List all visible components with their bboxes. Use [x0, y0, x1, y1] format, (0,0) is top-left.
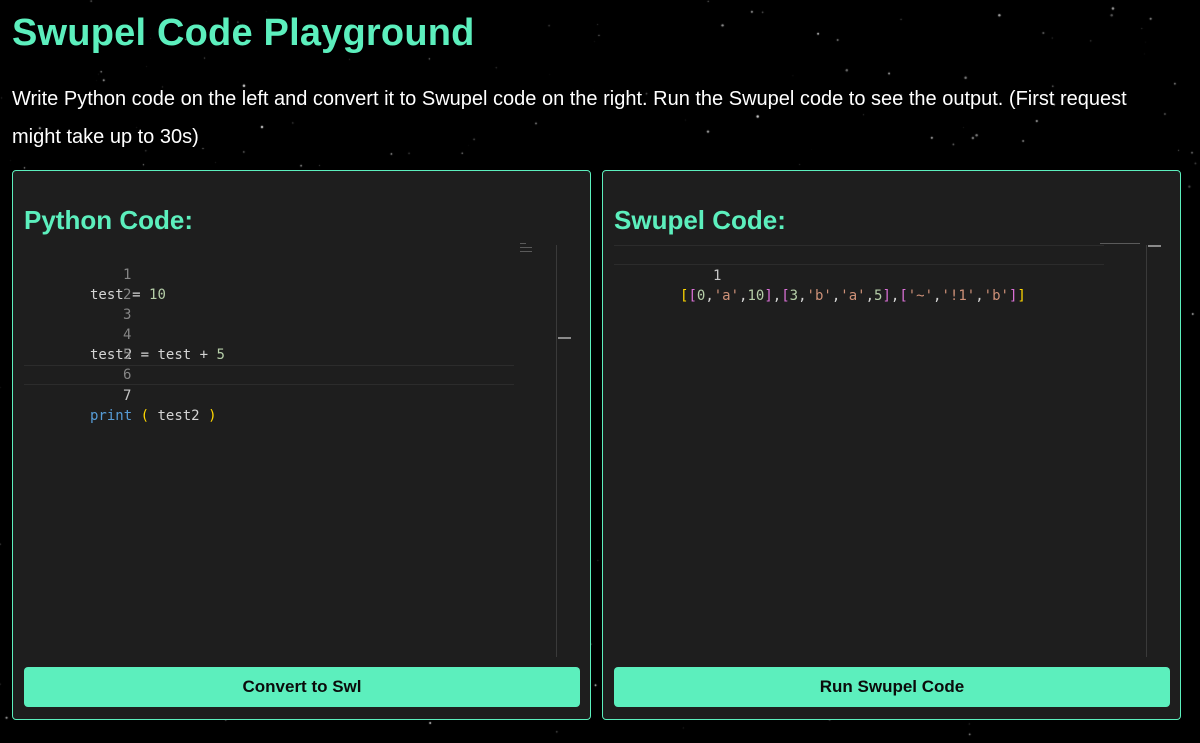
- swupel-panel-title: Swupel Code:: [614, 205, 786, 235]
- editor-scrollbar[interactable]: [1146, 245, 1161, 657]
- editor-minimap[interactable]: [520, 243, 534, 257]
- code-line: 5: [24, 325, 514, 363]
- code-line: 4 test2 = test + 5: [90, 327, 225, 363]
- page-description: Write Python code on the left and conver…: [12, 88, 1127, 148]
- code-line-active: 1 [[0,'a',10],[3,'b','a',5],['~','!1','b…: [614, 245, 1104, 304]
- code-line: 3: [24, 285, 514, 323]
- python-panel-title: Python Code:: [24, 205, 193, 235]
- python-code-editor[interactable]: 1 test = 10 2 3 4 test2 = test + 5 5 6 7…: [24, 243, 580, 657]
- code-line-active: 7 print ( test2 ): [24, 365, 514, 424]
- python-panel: Python Code: 1 test = 10 2 3 4 test2 = t…: [12, 170, 591, 720]
- page-title: Swupel Code Playground: [12, 12, 475, 54]
- swupel-code-editor[interactable]: 1 [[0,'a',10],[3,'b','a',5],['~','!1','b…: [614, 243, 1170, 657]
- convert-to-swl-button[interactable]: Convert to Swl: [24, 667, 580, 707]
- editor-scrollbar[interactable]: [556, 245, 571, 657]
- code-line: 6: [24, 345, 514, 383]
- swupel-panel: Swupel Code: 1 [[0,'a',10],[3,'b','a',5]…: [602, 170, 1181, 720]
- run-swupel-code-button[interactable]: Run Swupel Code: [614, 667, 1170, 707]
- editor-minimap[interactable]: [1100, 243, 1140, 257]
- code-line: 2: [24, 265, 514, 303]
- scrollbar-cursor-marker: [1148, 245, 1161, 247]
- scrollbar-cursor-marker: [558, 337, 571, 339]
- line-number: 7: [123, 388, 132, 404]
- code-line: 1 test = 10: [90, 267, 166, 303]
- line-number: 1: [713, 268, 722, 284]
- swupel-code-text: [[0,'a',10],[3,'b','a',5],['~','!1','b']…: [680, 288, 1026, 304]
